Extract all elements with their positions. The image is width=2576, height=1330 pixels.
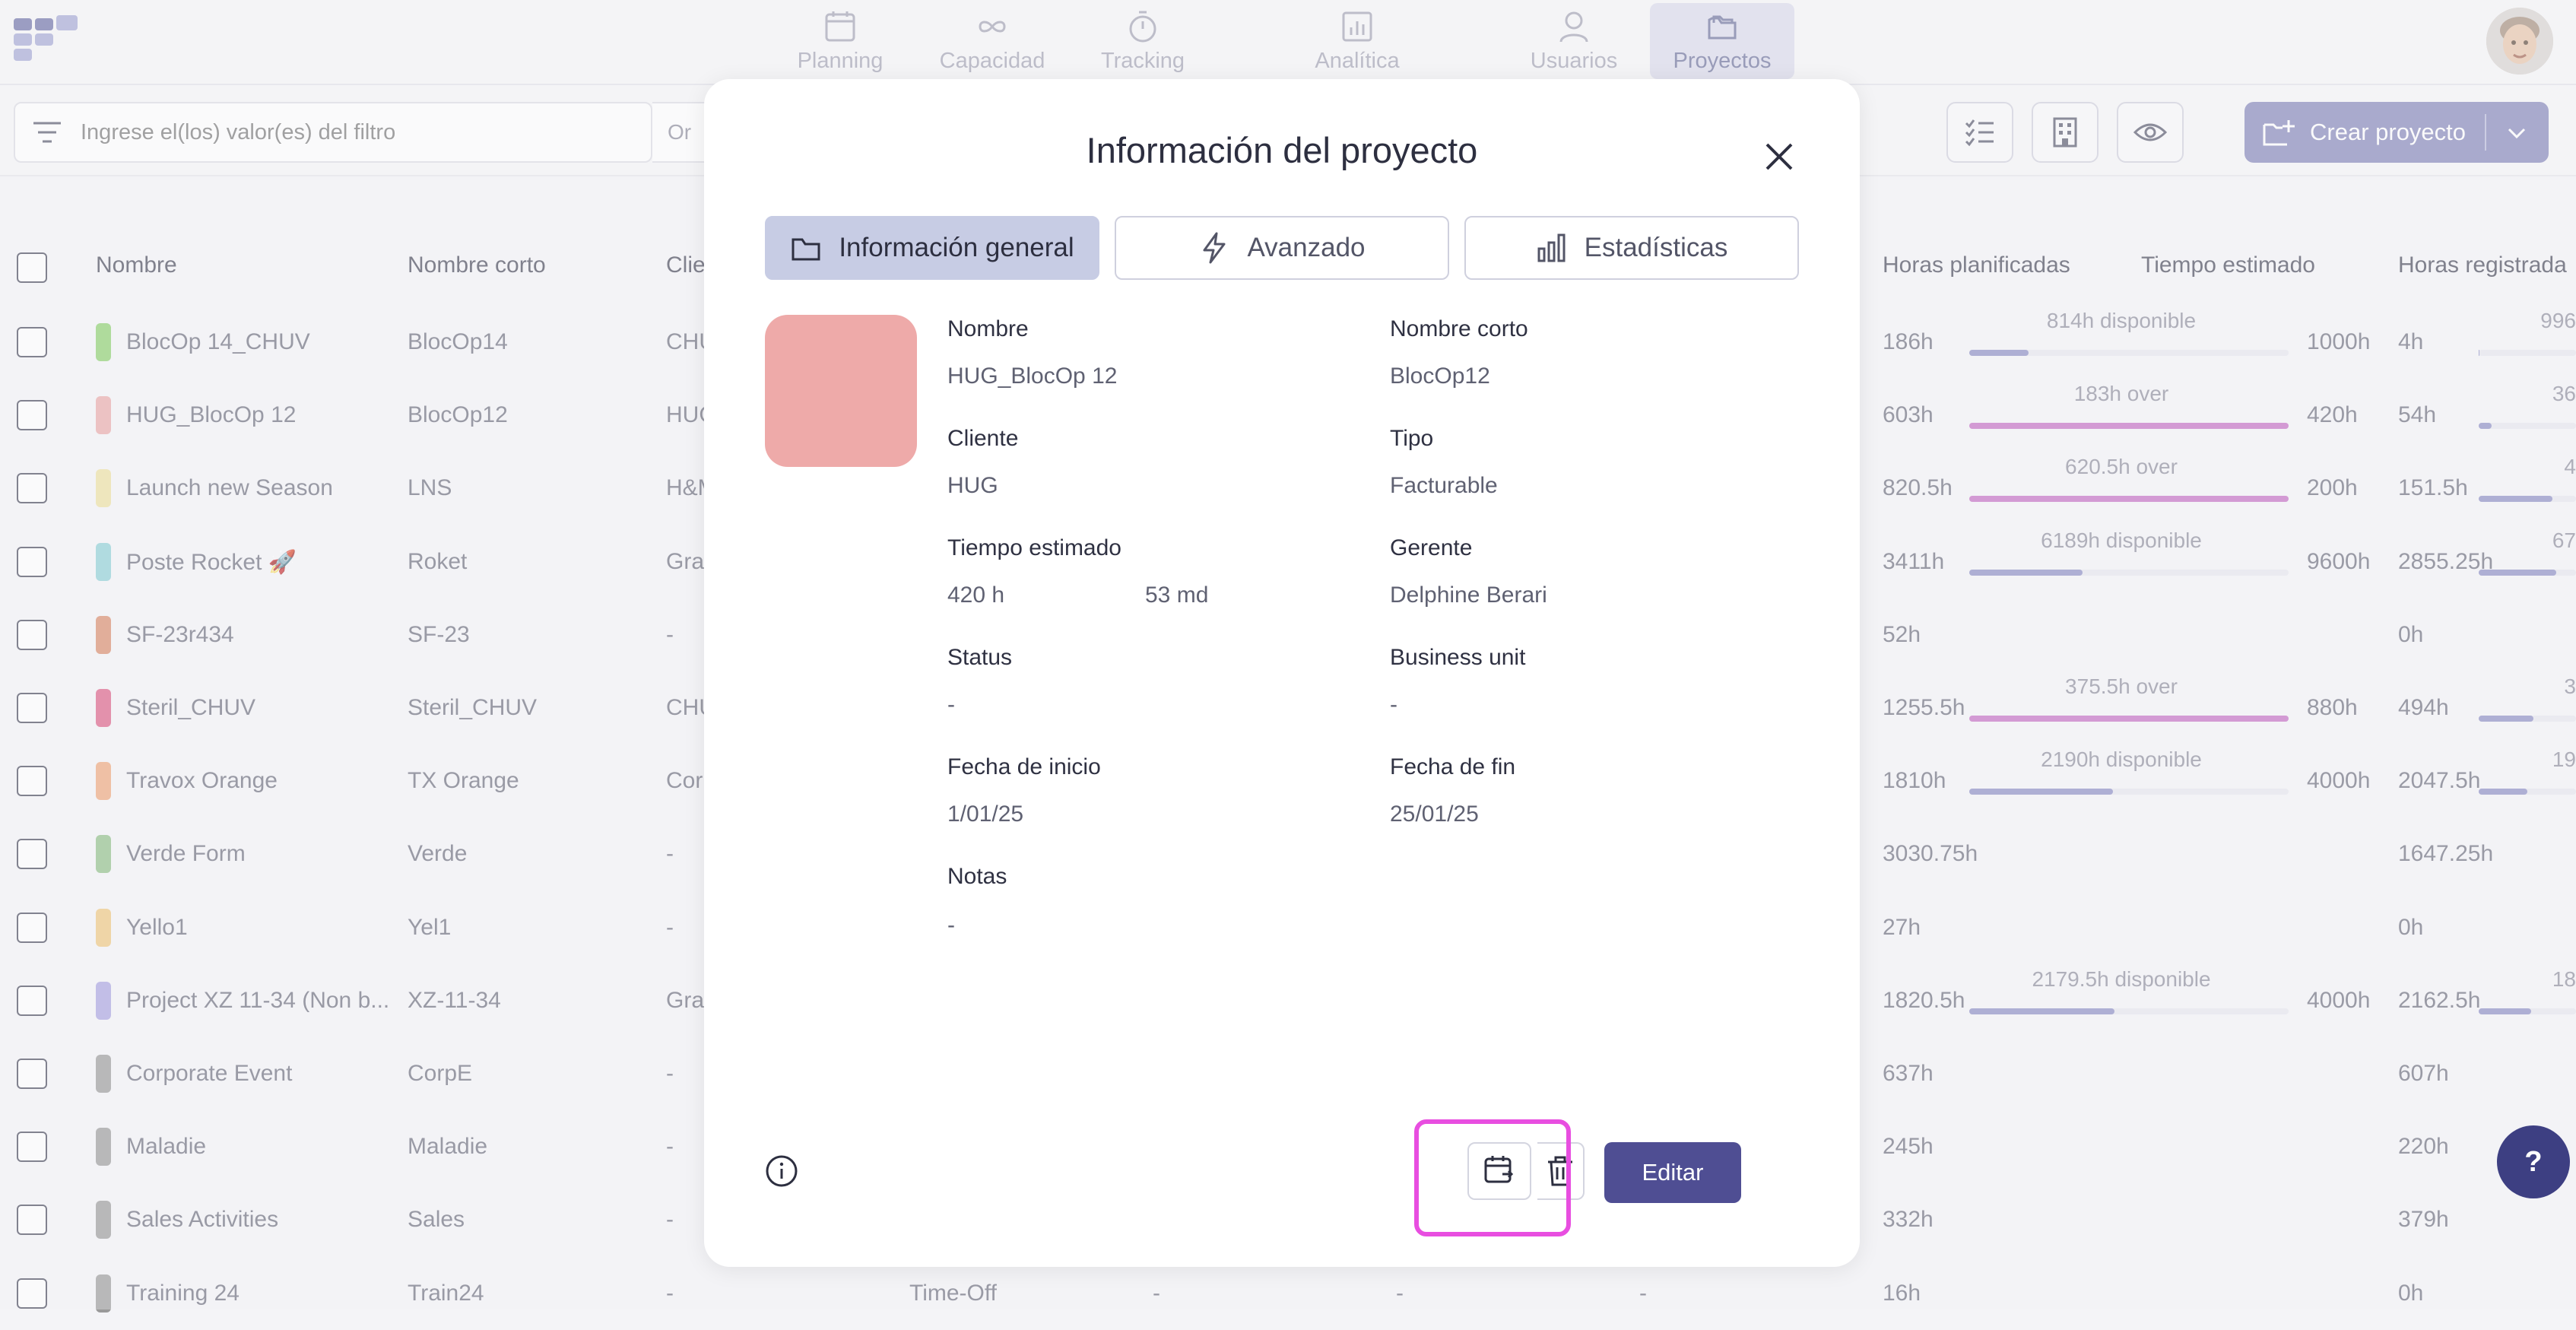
field-value-start-date: 1/01/25 — [947, 801, 1024, 827]
modal-title: Información del proyecto — [1086, 130, 1478, 170]
field-label-status: Status — [947, 645, 1013, 670]
field-value-estimated-hours: 420 h — [947, 582, 1005, 608]
field-label-notes: Notas — [947, 864, 1007, 889]
tab-general-info[interactable]: Información general — [765, 216, 1099, 280]
tab-advanced[interactable]: Avanzado — [1115, 216, 1449, 280]
project-color-swatch — [765, 315, 917, 467]
lightning-icon — [1203, 232, 1226, 264]
field-label-end-date: Fecha de fin — [1390, 754, 1516, 779]
field-label-manager: Gerente — [1390, 535, 1473, 560]
tab-label: Información general — [839, 233, 1074, 262]
field-label-start-date: Fecha de inicio — [947, 754, 1101, 779]
field-label-name: Nombre — [947, 316, 1029, 341]
field-value-notes: - — [947, 913, 955, 938]
field-value-name: HUG_BlocOp 12 — [947, 363, 1118, 389]
field-value-estimated-days: 53 md — [1145, 582, 1209, 608]
info-icon[interactable] — [765, 1154, 798, 1188]
field-value-business-unit: - — [1390, 692, 1397, 717]
edit-button[interactable]: Editar — [1604, 1142, 1741, 1203]
field-label-client: Cliente — [947, 426, 1019, 451]
field-value-status: - — [947, 692, 955, 717]
field-label-business-unit: Business unit — [1390, 645, 1526, 670]
field-value-manager: Delphine Berari — [1390, 582, 1547, 608]
field-label-type: Tipo — [1390, 426, 1434, 451]
project-info-modal: Información del proyecto Información gen… — [704, 79, 1860, 1267]
field-value-end-date: 25/01/25 — [1390, 801, 1479, 827]
close-icon[interactable] — [1762, 140, 1796, 173]
tab-statistics[interactable]: Estadísticas — [1464, 216, 1799, 280]
field-value-client: HUG — [947, 473, 998, 498]
field-label-estimated-time: Tiempo estimado — [947, 535, 1121, 560]
tab-label: Avanzado — [1247, 233, 1366, 262]
field-value-type: Facturable — [1390, 473, 1498, 498]
bar-chart-icon — [1537, 233, 1566, 262]
tab-label: Estadísticas — [1584, 233, 1728, 262]
highlight-box — [1414, 1119, 1571, 1236]
help-button[interactable]: ? — [2497, 1125, 2570, 1198]
field-label-short-name: Nombre corto — [1390, 316, 1528, 341]
folder-icon — [792, 238, 820, 261]
field-value-short-name: BlocOp12 — [1390, 363, 1490, 389]
